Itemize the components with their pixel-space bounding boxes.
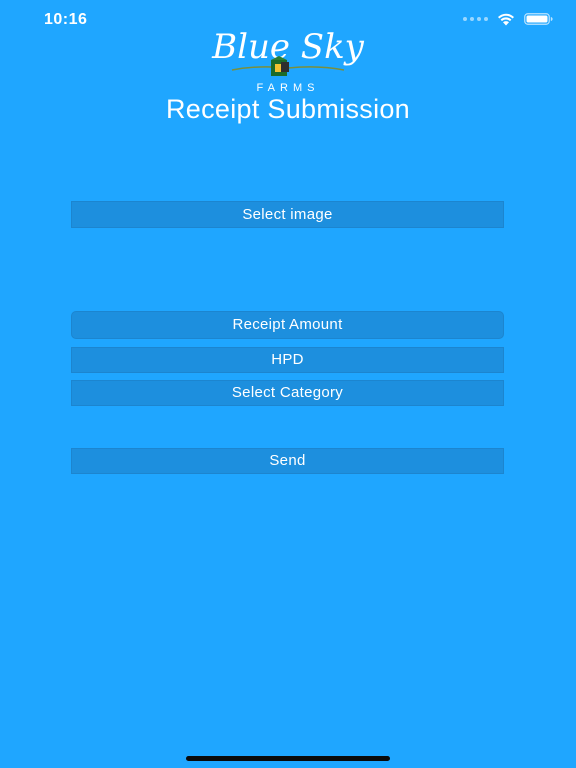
hpd-field[interactable]: HPD (71, 347, 504, 373)
wifi-icon (498, 13, 514, 26)
select-image-button[interactable]: Select image (71, 201, 504, 228)
send-button[interactable]: Send (71, 448, 504, 474)
blue-sky-farms-logo: Blue Sky FARMS (0, 27, 576, 98)
logo-script-text: Blue Sky (211, 28, 365, 67)
logo-farms-text: FARMS (257, 82, 320, 94)
page-title: Receipt Submission (165, 94, 410, 124)
home-indicator[interactable] (186, 756, 390, 761)
status-icons (463, 12, 554, 26)
status-time: 10:16 (44, 11, 88, 28)
select-category-button[interactable]: Select Category (71, 380, 504, 406)
battery-icon (524, 13, 553, 25)
receipt-amount-field[interactable]: Receipt Amount (71, 311, 504, 339)
signal-dots-icon (463, 17, 488, 21)
